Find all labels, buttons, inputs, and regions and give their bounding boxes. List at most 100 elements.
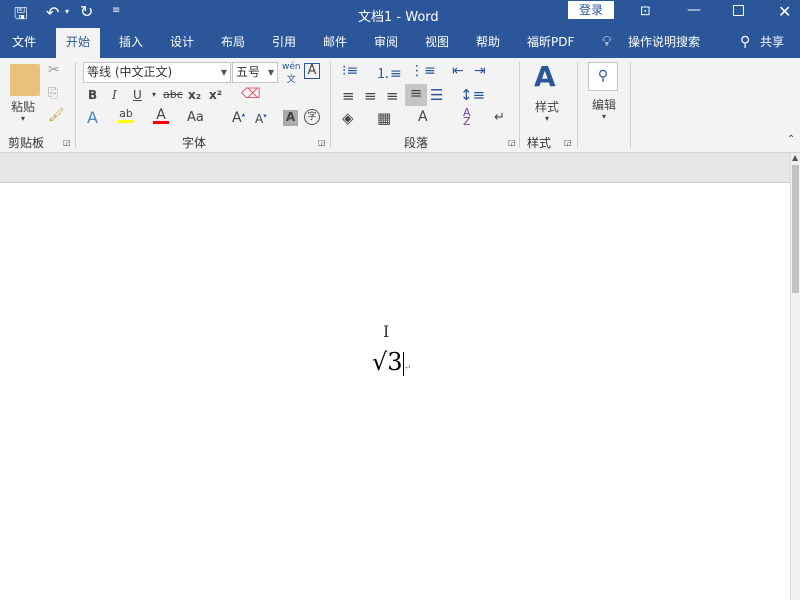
undo-dropdown-icon[interactable]: ▾ (65, 7, 69, 16)
bullets-icon[interactable]: ⁝≡ (342, 63, 358, 79)
multilevel-list-icon[interactable]: ⋮≡ (410, 63, 436, 79)
increase-indent-icon[interactable]: ⇥ (474, 63, 486, 79)
tab-file[interactable]: 文件 (12, 28, 36, 58)
ribbon: 粘贴 ▾ ✂ ⎘ 🖌︎ 剪贴板 ◲ 等线 (中文正文) ▼ 五号 ▼ wén 文 A … (0, 58, 800, 153)
font-launcher-icon[interactable]: ◲ (318, 138, 326, 147)
paste-dropdown-icon[interactable]: ▾ (21, 114, 25, 123)
share-icon: ⚲ (740, 34, 751, 50)
ribbon-tabs: 文件 开始 插入 设计 布局 引用 邮件 审阅 视图 帮助 福昕PDF 💡︎ 操… (0, 28, 800, 58)
grow-font-icon[interactable]: A▴ (232, 110, 245, 126)
login-button[interactable]: 登录 (568, 1, 614, 19)
redo-icon[interactable]: ↻ (80, 2, 93, 21)
clipboard-launcher-icon[interactable]: ◲ (63, 138, 71, 147)
scroll-up-icon[interactable]: ▲ (792, 153, 798, 162)
clear-formatting-icon[interactable]: ⌫ (241, 86, 261, 102)
vertical-scrollbar[interactable]: ▲ (790, 153, 800, 600)
styles-icon[interactable]: A (534, 60, 556, 93)
tab-insert[interactable]: 插入 (119, 28, 143, 58)
divider (577, 62, 578, 148)
maximize-button[interactable] (733, 5, 744, 16)
underline-button[interactable]: U (133, 88, 142, 102)
tab-references[interactable]: 引用 (272, 28, 296, 58)
editing-dropdown-icon[interactable]: ▾ (602, 112, 606, 121)
customize-toolbar-icon[interactable]: ≡ (112, 5, 120, 16)
lightbulb-icon: 💡︎ (602, 34, 612, 50)
clipboard-group-label: 剪贴板 (8, 136, 45, 150)
tab-mailings[interactable]: 邮件 (323, 28, 347, 58)
share-button[interactable]: 共享 (760, 28, 784, 58)
document-body[interactable]: √3↵ (372, 348, 411, 376)
show-marks-icon[interactable]: ↵ (494, 110, 505, 125)
ibeam-cursor-icon: I (383, 322, 390, 341)
font-group-label: 字体 (182, 136, 207, 150)
undo-icon[interactable]: ↶ (46, 3, 59, 22)
tell-me-search[interactable]: 操作说明搜索 (628, 28, 700, 58)
window-title: 文档1 - Word (358, 10, 439, 25)
align-right-icon[interactable]: ≡ (386, 87, 399, 105)
chinese-layout-icon[interactable]: A (418, 109, 428, 125)
paragraph-launcher-icon[interactable]: ◲ (508, 138, 516, 147)
font-size-select[interactable]: 五号 ▼ (232, 62, 278, 83)
cut-icon[interactable]: ✂ (48, 62, 60, 78)
distributed-icon[interactable]: ☰ (430, 86, 443, 104)
sort-icon[interactable]: AZ (463, 107, 471, 127)
justify-icon[interactable]: ≡ (405, 84, 427, 106)
scrollbar-thumb[interactable] (792, 165, 799, 293)
tab-review[interactable]: 审阅 (374, 28, 398, 58)
styles-dropdown-icon[interactable]: ▾ (545, 114, 549, 123)
divider (630, 62, 631, 148)
tab-layout[interactable]: 布局 (221, 28, 245, 58)
font-name-value: 等线 (中文正文) (87, 65, 173, 79)
styles-launcher-icon[interactable]: ◲ (564, 138, 572, 147)
minimize-button[interactable]: — (687, 2, 701, 18)
font-color-icon[interactable]: A (153, 107, 169, 124)
decrease-indent-icon[interactable]: ⇤ (452, 63, 464, 79)
tab-help[interactable]: 帮助 (476, 28, 500, 58)
divider (519, 62, 520, 148)
shrink-font-icon[interactable]: A▾ (255, 112, 267, 126)
change-case-button[interactable]: Aa (187, 110, 204, 125)
paragraph-group-label: 段落 (404, 136, 429, 150)
save-icon[interactable]: 🖫 (14, 3, 28, 30)
styles-button[interactable]: 样式 (535, 98, 559, 115)
italic-button[interactable]: I (112, 88, 117, 102)
numbering-icon[interactable]: ⒈≡ (376, 63, 402, 83)
tab-design[interactable]: 设计 (170, 28, 194, 58)
font-name-select[interactable]: 等线 (中文正文) ▼ (83, 62, 231, 83)
divider (75, 62, 76, 148)
phonetic-guide-icon[interactable]: wén 文 (282, 62, 301, 85)
highlight-icon[interactable]: ab (118, 107, 134, 123)
paste-icon[interactable] (10, 64, 40, 96)
paragraph-mark-icon: ↵ (403, 363, 412, 373)
underline-dropdown-icon[interactable]: ▾ (152, 90, 156, 99)
shading-icon[interactable]: ◈ (342, 109, 354, 127)
borders-icon[interactable]: ▦ (377, 109, 391, 127)
format-painter-icon[interactable]: 🖌︎ (48, 108, 65, 123)
line-spacing-icon[interactable]: ↕≡ (460, 86, 485, 104)
tab-view[interactable]: 视图 (425, 28, 449, 58)
bold-button[interactable]: B (88, 88, 97, 102)
subscript-button[interactable]: x₂ (188, 88, 201, 102)
character-shading-icon[interactable]: A (283, 110, 298, 126)
superscript-button[interactable]: x² (209, 88, 222, 102)
tab-home[interactable]: 开始 (56, 28, 101, 58)
title-bar: 🖫 ↶ ▾ ↻ ≡ 文档1 - Word 登录 ⊡ — ✕ (0, 0, 800, 28)
editing-button[interactable]: 编辑 (592, 96, 616, 113)
copy-icon[interactable]: ⎘ (48, 86, 58, 101)
paste-button[interactable]: 粘贴 (11, 98, 35, 115)
math-equation[interactable]: √3 (372, 348, 403, 376)
styles-group-label: 样式 (527, 136, 552, 150)
divider (330, 62, 331, 148)
align-center-icon[interactable]: ≡ (364, 87, 377, 105)
find-icon[interactable]: ⚲ (588, 62, 618, 91)
align-left-icon[interactable]: ≡ (342, 87, 355, 105)
ruler-band (0, 153, 790, 183)
character-border-icon[interactable]: A (304, 63, 320, 79)
close-button[interactable]: ✕ (778, 2, 791, 21)
ribbon-display-icon[interactable]: ⊡ (640, 4, 651, 19)
text-effects-icon[interactable]: A (87, 108, 98, 127)
tab-foxit-pdf[interactable]: 福昕PDF (527, 28, 574, 58)
collapse-ribbon-icon[interactable]: ⌃ (787, 134, 795, 145)
enclose-characters-icon[interactable]: 字 (304, 109, 320, 125)
strikethrough-button[interactable]: abc (163, 88, 183, 101)
